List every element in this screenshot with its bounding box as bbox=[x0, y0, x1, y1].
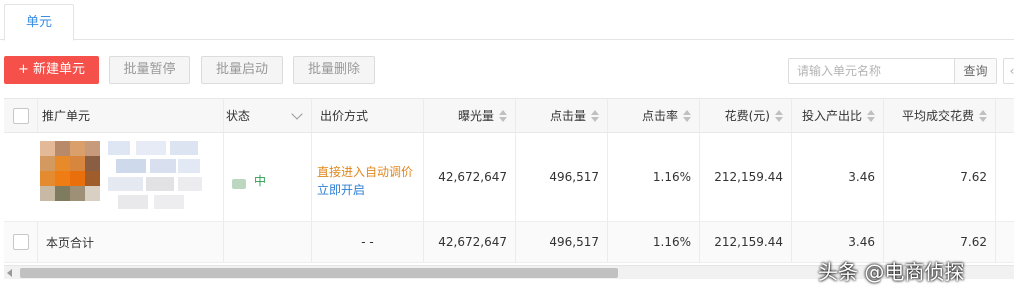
col-roi-label: 投入产出比 bbox=[801, 109, 862, 123]
batch-delete-button[interactable]: 批量删除 bbox=[293, 56, 375, 84]
more-button[interactable]: ‹ bbox=[1003, 58, 1014, 84]
watermark: 头条 @电商侦探 bbox=[818, 260, 965, 284]
impressions-value: 42,672,647 bbox=[438, 170, 507, 184]
sort-icon[interactable] bbox=[979, 109, 987, 122]
clicks-cell: 496,517 bbox=[516, 133, 608, 221]
unit-table: 推广单元 状态 出价方式 曝光量 点击量 点击率 花费(元) 投入产出比 平均成… bbox=[4, 98, 1014, 264]
col-clicks-label: 点击量 bbox=[549, 109, 586, 123]
col-avg-cost-label: 平均成交花费 bbox=[901, 109, 974, 123]
sort-icon[interactable] bbox=[683, 109, 691, 122]
col-ctr[interactable]: 点击率 bbox=[608, 99, 700, 132]
status-toggle-icon[interactable] bbox=[232, 179, 246, 189]
status-text: 中 bbox=[254, 174, 267, 188]
total-checkbox-cell bbox=[4, 222, 38, 262]
col-bid-label: 出价方式 bbox=[320, 109, 369, 123]
total-clicks: 496,517 bbox=[549, 235, 599, 249]
bid-method: 直接进入自动调价 立即开启 bbox=[317, 163, 413, 199]
avg-cost-value: 7.62 bbox=[960, 170, 987, 184]
header-checkbox-cell bbox=[4, 99, 38, 132]
scroll-left-icon[interactable] bbox=[7, 269, 12, 277]
tab-unit[interactable]: 单元 bbox=[4, 4, 74, 41]
ctr-value: 1.16% bbox=[652, 170, 691, 184]
total-impressions: 42,672,647 bbox=[438, 235, 507, 249]
col-status[interactable]: 状态 bbox=[224, 99, 312, 132]
scrollbar-thumb[interactable] bbox=[20, 268, 618, 278]
sort-icon[interactable] bbox=[499, 109, 507, 122]
col-status-label: 状态 bbox=[226, 109, 251, 123]
total-cost: 212,159.44 bbox=[714, 235, 783, 249]
bid-enable-link[interactable]: 立即开启 bbox=[317, 181, 413, 199]
impressions-cell: 42,672,647 bbox=[424, 133, 516, 221]
clicks-value: 496,517 bbox=[549, 170, 599, 184]
col-clicks[interactable]: 点击量 bbox=[516, 99, 608, 132]
col-bid: 出价方式 bbox=[312, 99, 424, 132]
batch-start-button[interactable]: 批量启动 bbox=[201, 56, 283, 84]
total-label-cell: 本页合计 bbox=[38, 222, 224, 262]
total-cost-cell: 212,159.44 bbox=[700, 222, 792, 262]
cost-cell: 212,159.44 bbox=[700, 133, 792, 221]
search-input[interactable] bbox=[789, 59, 955, 83]
total-status-cell bbox=[224, 222, 312, 262]
col-ctr-label: 点击率 bbox=[641, 109, 678, 123]
avg-cost-cell: 7.62 bbox=[884, 133, 996, 221]
batch-pause-button[interactable]: 批量暂停 bbox=[109, 56, 190, 84]
total-bid: - - bbox=[361, 235, 374, 249]
sort-icon[interactable] bbox=[775, 109, 783, 122]
search-button[interactable]: 查询 bbox=[954, 59, 996, 83]
col-avg-cost[interactable]: 平均成交花费 bbox=[884, 99, 996, 132]
col-impressions[interactable]: 曝光量 bbox=[424, 99, 516, 132]
bid-auto-link[interactable]: 直接进入自动调价 bbox=[317, 163, 413, 181]
table-row: 中 直接进入自动调价 立即开启 42,672,647 496,517 1.16%… bbox=[4, 133, 1014, 222]
ctr-cell: 1.16% bbox=[608, 133, 700, 221]
search-box: 查询 bbox=[788, 58, 997, 84]
col-impressions-label: 曝光量 bbox=[457, 109, 494, 123]
new-unit-button[interactable]: + 新建单元 bbox=[4, 56, 99, 84]
total-clicks-cell: 496,517 bbox=[516, 222, 608, 262]
total-roi: 3.46 bbox=[848, 235, 875, 249]
total-bid-cell: - - bbox=[312, 222, 424, 262]
tab-bar: 单元 bbox=[0, 0, 1014, 41]
total-checkbox[interactable] bbox=[12, 234, 29, 250]
col-cost-label: 花费(元) bbox=[724, 109, 770, 123]
sort-icon[interactable] bbox=[867, 109, 875, 122]
total-ctr-cell: 1.16% bbox=[608, 222, 700, 262]
sort-icon[interactable] bbox=[591, 109, 599, 122]
col-unit: 推广单元 bbox=[38, 99, 224, 132]
total-label: 本页合计 bbox=[46, 235, 95, 250]
roi-value: 3.46 bbox=[848, 170, 875, 184]
chevron-down-icon[interactable] bbox=[291, 108, 303, 120]
select-all-checkbox[interactable] bbox=[12, 107, 29, 124]
status-cell bbox=[224, 133, 312, 221]
total-ctr: 1.16% bbox=[652, 235, 691, 249]
unit-thumbnail[interactable] bbox=[40, 141, 100, 201]
col-unit-label: 推广单元 bbox=[42, 109, 91, 123]
roi-cell: 3.46 bbox=[792, 133, 884, 221]
total-avg-cost: 7.62 bbox=[960, 235, 987, 249]
unit-name-blurred[interactable] bbox=[108, 141, 203, 213]
total-impressions-cell: 42,672,647 bbox=[424, 222, 516, 262]
table-header: 推广单元 状态 出价方式 曝光量 点击量 点击率 花费(元) 投入产出比 平均成… bbox=[4, 99, 1014, 133]
cost-value: 212,159.44 bbox=[714, 170, 783, 184]
col-cost[interactable]: 花费(元) bbox=[700, 99, 792, 132]
col-roi[interactable]: 投入产出比 bbox=[792, 99, 884, 132]
